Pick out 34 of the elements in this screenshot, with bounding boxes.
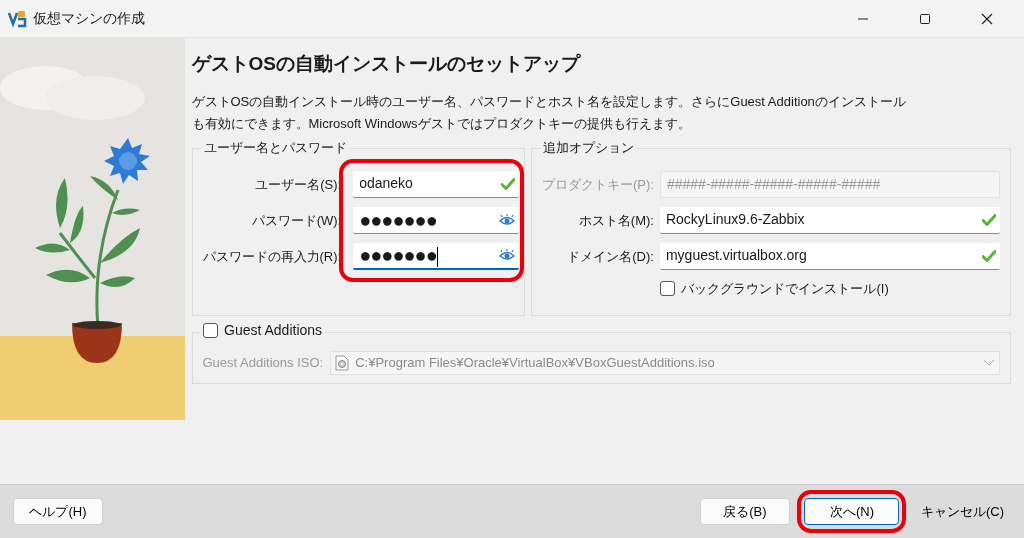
check-icon [982,249,996,262]
field-label: パスワードの再入力(R): [202,247,342,266]
eye-icon[interactable] [499,213,516,226]
group-title: ユーザー名とパスワード [200,139,350,156]
field-label: ユーザー名(S): [254,175,342,194]
disc-file-icon [334,355,349,371]
field-label: ドメイン名(D): [566,247,654,266]
cancel-button[interactable]: キャンセル(C) [913,498,1011,525]
checkbox-label: バックグラウンドでインストール(I) [681,279,889,298]
checkbox[interactable] [659,280,675,296]
field-label: プロダクトキー(P): [542,175,654,194]
password-field[interactable]: ●●●●●●● [353,242,520,270]
checkbox-label: Guest Additions [224,322,323,338]
maximize-icon[interactable] [918,12,931,25]
page-heading: ゲストOSの自動インストールのセットアップ [191,52,582,76]
input-field[interactable]: RockyLinux9.6-Zabbix [659,206,1000,234]
back-button[interactable]: 戻る(B) [699,498,790,525]
password-field[interactable]: ●●●●●●● [353,206,520,234]
check-icon [982,213,996,226]
help-button[interactable]: ヘルプ(H) [13,498,103,525]
next-button[interactable]: 次へ(N) [804,498,900,525]
check-icon [501,177,516,190]
window-title: 仮想マシンの作成 [33,9,145,28]
close-icon[interactable] [980,12,993,25]
app-logo-icon [6,8,27,29]
field-label: ホスト名(M): [577,211,654,230]
chevron-down-icon [983,359,995,367]
eye-icon[interactable] [499,249,516,261]
input-field[interactable]: odaneko [353,170,520,198]
input-field[interactable]: myguest.virtualbox.org [659,242,1000,270]
group-title: 追加オプション [540,139,637,156]
field-label: パスワード(W): [250,211,342,230]
description-text: ゲストOSの自動インストール時のユーザー名、パスワードとホスト名を設定します。さらにGuest Additionのインストールも有効にできます。Microsoft Windowsゲストではプロダクトキーの提供も行えます。 [191,92,907,133]
field-label: Guest Additions ISO: [202,354,324,373]
